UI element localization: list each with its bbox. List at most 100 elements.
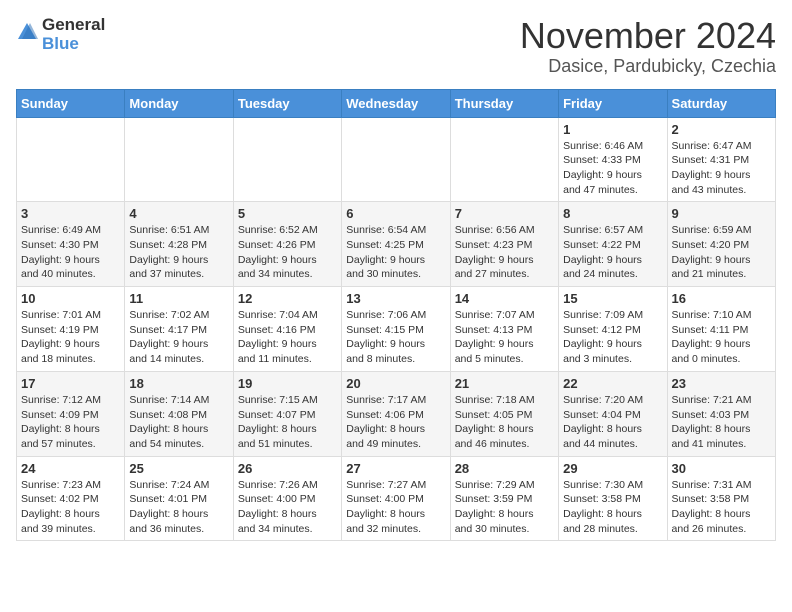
day-info: Sunrise: 7:12 AM Sunset: 4:09 PM Dayligh…: [21, 393, 120, 452]
calendar-table: SundayMondayTuesdayWednesdayThursdayFrid…: [16, 89, 776, 542]
calendar-cell: 15Sunrise: 7:09 AM Sunset: 4:12 PM Dayli…: [559, 287, 667, 372]
day-number: 23: [672, 376, 771, 391]
day-number: 24: [21, 461, 120, 476]
day-number: 19: [238, 376, 337, 391]
calendar-cell: 3 Sunrise: 6:49 AM Sunset: 4:30 PM Daylig…: [17, 202, 125, 287]
weekday-header: Tuesday: [233, 89, 341, 117]
logo-general: General: [42, 16, 105, 35]
day-info: Sunrise: 7:29 AM Sunset: 3:59 PM Dayligh…: [455, 478, 554, 537]
day-number: 25: [129, 461, 228, 476]
day-number: 16: [672, 291, 771, 306]
day-info: Sunrise: 7:15 AM Sunset: 4:07 PM Dayligh…: [238, 393, 337, 452]
day-number: 29: [563, 461, 662, 476]
day-number: 10: [21, 291, 120, 306]
day-number: 26: [238, 461, 337, 476]
day-number: 4: [129, 206, 228, 221]
day-number: 3: [21, 206, 120, 221]
day-number: 11: [129, 291, 228, 306]
month-title: November 2024: [520, 16, 776, 56]
calendar-cell: [342, 117, 450, 202]
day-info: Sunrise: 7:09 AM Sunset: 4:12 PM Dayligh…: [563, 308, 662, 367]
calendar-cell: 23 Sunrise: 7:21 AM Sunset: 4:03 PM Dayli…: [667, 371, 775, 456]
day-info: Sunrise: 7:06 AM Sunset: 4:15 PM Dayligh…: [346, 308, 445, 367]
day-number: 12: [238, 291, 337, 306]
day-number: 8: [563, 206, 662, 221]
day-info: Sunrise: 7:31 AM Sunset: 3:58 PM Dayligh…: [672, 478, 771, 537]
day-info: Sunrise: 7:17 AM Sunset: 4:06 PM Dayligh…: [346, 393, 445, 452]
calendar-cell: 8 Sunrise: 6:57 AM Sunset: 4:22 PM Daylig…: [559, 202, 667, 287]
day-number: 27: [346, 461, 445, 476]
day-info: Sunrise: 7:27 AM Sunset: 4:00 PM Dayligh…: [346, 478, 445, 537]
calendar-cell: [233, 117, 341, 202]
calendar-cell: 20 Sunrise: 7:17 AM Sunset: 4:06 PM Dayli…: [342, 371, 450, 456]
calendar-cell: 29 Sunrise: 7:30 AM Sunset: 3:58 PM Dayli…: [559, 456, 667, 541]
calendar-cell: 27 Sunrise: 7:27 AM Sunset: 4:00 PM Dayli…: [342, 456, 450, 541]
calendar-cell: 24 Sunrise: 7:23 AM Sunset: 4:02 PM Dayli…: [17, 456, 125, 541]
calendar-cell: 26 Sunrise: 7:26 AM Sunset: 4:00 PM Dayli…: [233, 456, 341, 541]
day-info: Sunrise: 6:54 AM Sunset: 4:25 PM Dayligh…: [346, 223, 445, 282]
day-number: 17: [21, 376, 120, 391]
calendar-cell: 4Sunrise: 6:51 AM Sunset: 4:28 PM Daylig…: [125, 202, 233, 287]
day-info: Sunrise: 7:14 AM Sunset: 4:08 PM Dayligh…: [129, 393, 228, 452]
day-info: Sunrise: 7:02 AM Sunset: 4:17 PM Dayligh…: [129, 308, 228, 367]
calendar-cell: 19 Sunrise: 7:15 AM Sunset: 4:07 PM Dayli…: [233, 371, 341, 456]
calendar-cell: 14 Sunrise: 7:07 AM Sunset: 4:13 PM Dayli…: [450, 287, 558, 372]
logo-blue: Blue: [42, 35, 105, 54]
day-number: 1: [563, 122, 662, 137]
day-info: Sunrise: 7:18 AM Sunset: 4:05 PM Dayligh…: [455, 393, 554, 452]
calendar-cell: [125, 117, 233, 202]
calendar-cell: 2Sunrise: 6:47 AM Sunset: 4:31 PM Daylig…: [667, 117, 775, 202]
day-info: Sunrise: 7:07 AM Sunset: 4:13 PM Dayligh…: [455, 308, 554, 367]
location-title: Dasice, Pardubicky, Czechia: [520, 56, 776, 77]
day-info: Sunrise: 7:21 AM Sunset: 4:03 PM Dayligh…: [672, 393, 771, 452]
calendar-cell: 30 Sunrise: 7:31 AM Sunset: 3:58 PM Dayli…: [667, 456, 775, 541]
day-info: Sunrise: 7:30 AM Sunset: 3:58 PM Dayligh…: [563, 478, 662, 537]
calendar-cell: 28Sunrise: 7:29 AM Sunset: 3:59 PM Dayli…: [450, 456, 558, 541]
calendar-cell: 16 Sunrise: 7:10 AM Sunset: 4:11 PM Dayli…: [667, 287, 775, 372]
weekday-header: Thursday: [450, 89, 558, 117]
calendar-cell: 10Sunrise: 7:01 AM Sunset: 4:19 PM Dayli…: [17, 287, 125, 372]
calendar-cell: 17 Sunrise: 7:12 AM Sunset: 4:09 PM Dayli…: [17, 371, 125, 456]
calendar-cell: 5Sunrise: 6:52 AM Sunset: 4:26 PM Daylig…: [233, 202, 341, 287]
day-info: Sunrise: 7:23 AM Sunset: 4:02 PM Dayligh…: [21, 478, 120, 537]
day-info: Sunrise: 6:59 AM Sunset: 4:20 PM Dayligh…: [672, 223, 771, 282]
weekday-header-row: SundayMondayTuesdayWednesdayThursdayFrid…: [17, 89, 776, 117]
day-info: Sunrise: 7:26 AM Sunset: 4:00 PM Dayligh…: [238, 478, 337, 537]
day-number: 21: [455, 376, 554, 391]
weekday-header: Friday: [559, 89, 667, 117]
calendar-week-row: 10Sunrise: 7:01 AM Sunset: 4:19 PM Dayli…: [17, 287, 776, 372]
day-info: Sunrise: 6:57 AM Sunset: 4:22 PM Dayligh…: [563, 223, 662, 282]
day-info: Sunrise: 7:10 AM Sunset: 4:11 PM Dayligh…: [672, 308, 771, 367]
weekday-header: Saturday: [667, 89, 775, 117]
weekday-header: Wednesday: [342, 89, 450, 117]
day-number: 30: [672, 461, 771, 476]
day-number: 18: [129, 376, 228, 391]
day-info: Sunrise: 6:56 AM Sunset: 4:23 PM Dayligh…: [455, 223, 554, 282]
day-info: Sunrise: 7:24 AM Sunset: 4:01 PM Dayligh…: [129, 478, 228, 537]
header: General Blue November 2024 Dasice, Pardu…: [16, 16, 776, 77]
title-area: November 2024 Dasice, Pardubicky, Czechi…: [520, 16, 776, 77]
logo-icon: [16, 21, 38, 43]
calendar-cell: 6 Sunrise: 6:54 AM Sunset: 4:25 PM Daylig…: [342, 202, 450, 287]
day-number: 14: [455, 291, 554, 306]
calendar-cell: 21 Sunrise: 7:18 AM Sunset: 4:05 PM Dayli…: [450, 371, 558, 456]
day-number: 20: [346, 376, 445, 391]
calendar-cell: [17, 117, 125, 202]
calendar-week-row: 24 Sunrise: 7:23 AM Sunset: 4:02 PM Dayli…: [17, 456, 776, 541]
weekday-header: Monday: [125, 89, 233, 117]
calendar-cell: 9 Sunrise: 6:59 AM Sunset: 4:20 PM Daylig…: [667, 202, 775, 287]
calendar-cell: [450, 117, 558, 202]
day-info: Sunrise: 7:20 AM Sunset: 4:04 PM Dayligh…: [563, 393, 662, 452]
day-info: Sunrise: 6:49 AM Sunset: 4:30 PM Dayligh…: [21, 223, 120, 282]
day-info: Sunrise: 6:52 AM Sunset: 4:26 PM Dayligh…: [238, 223, 337, 282]
calendar-week-row: 17 Sunrise: 7:12 AM Sunset: 4:09 PM Dayli…: [17, 371, 776, 456]
calendar-cell: 13 Sunrise: 7:06 AM Sunset: 4:15 PM Dayli…: [342, 287, 450, 372]
day-number: 13: [346, 291, 445, 306]
day-number: 9: [672, 206, 771, 221]
calendar-cell: 7Sunrise: 6:56 AM Sunset: 4:23 PM Daylig…: [450, 202, 558, 287]
calendar-cell: 1Sunrise: 6:46 AM Sunset: 4:33 PM Daylig…: [559, 117, 667, 202]
calendar-cell: 25 Sunrise: 7:24 AM Sunset: 4:01 PM Dayli…: [125, 456, 233, 541]
day-number: 6: [346, 206, 445, 221]
calendar-cell: 22Sunrise: 7:20 AM Sunset: 4:04 PM Dayli…: [559, 371, 667, 456]
day-number: 2: [672, 122, 771, 137]
